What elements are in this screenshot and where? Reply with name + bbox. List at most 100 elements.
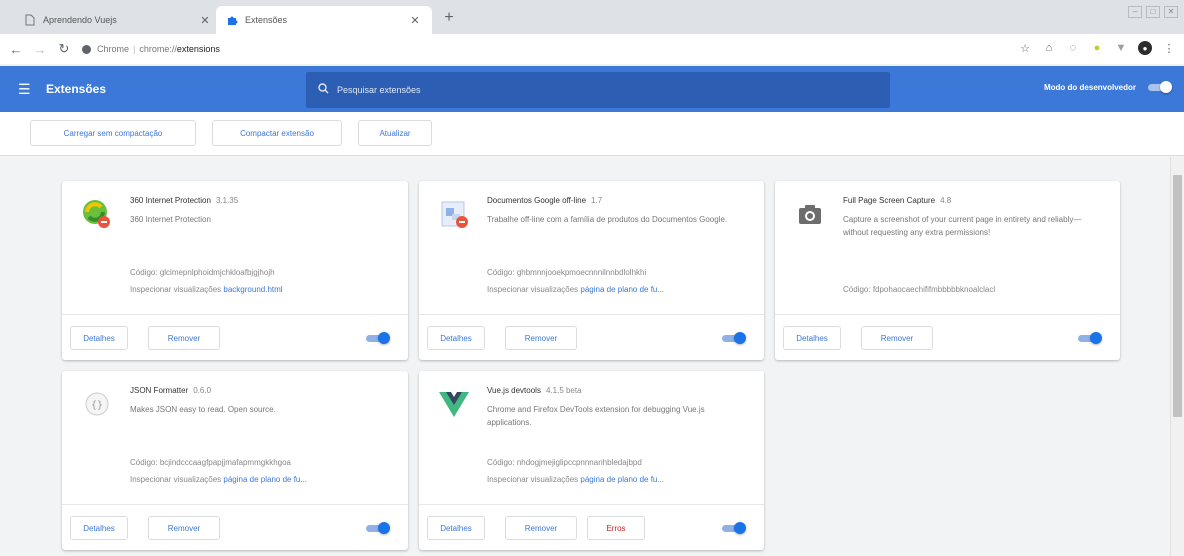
developer-mode: Modo do desenvolvedor xyxy=(1044,81,1172,93)
extension-name-row: Full Page Screen Capture 4.8 xyxy=(843,196,1108,205)
extension-enable-toggle[interactable] xyxy=(720,332,746,344)
site-label: Chrome xyxy=(97,44,130,54)
inspect-views: Inspecionar visualizações background.htm… xyxy=(130,285,396,294)
extension-id: Código: fdpohaocaechififmbbbbbknoalclacl xyxy=(843,285,1108,294)
details-button[interactable]: Detalhes xyxy=(70,326,128,350)
toolbar-actions: ☆ ⌂ ◌ ● ▼ ● ⋮ xyxy=(1018,41,1176,55)
tab-extensoes[interactable]: Extensões ✕ xyxy=(216,6,432,34)
window-close-icon[interactable]: ✕ xyxy=(1164,6,1178,18)
close-icon[interactable]: ✕ xyxy=(198,13,212,27)
extension-version: 4.1.5 beta xyxy=(545,386,582,395)
extension-enable-toggle[interactable] xyxy=(364,522,390,534)
developer-mode-label: Modo do desenvolvedor xyxy=(1043,82,1136,92)
avatar[interactable]: ● xyxy=(1138,41,1152,55)
id-label: Código: xyxy=(843,285,871,294)
details-button[interactable]: Detalhes xyxy=(427,516,485,540)
reload-icon[interactable]: ↻ xyxy=(56,41,72,57)
id-label: Código: xyxy=(130,268,158,277)
inspect-views: Inspecionar visualizações página de plan… xyxy=(487,475,752,484)
load-unpacked-button[interactable]: Carregar sem compactação xyxy=(30,120,196,146)
extension-version: 3.1.35 xyxy=(215,196,239,205)
inspect-view-link[interactable]: background.html xyxy=(223,285,282,294)
remove-button[interactable]: Remover xyxy=(505,326,577,350)
id-value: fdpohaocaechififmbbbbbknoalclacl xyxy=(872,285,996,294)
vue-devtools-icon[interactable]: ▼ xyxy=(1114,41,1128,55)
extension-id: Código: nhdogjmejiglipccpnnnanhbledajbpd xyxy=(487,458,752,467)
extension-enable-toggle[interactable] xyxy=(720,522,746,534)
extension-version: 1.7 xyxy=(591,196,603,205)
hamburger-menu-icon[interactable]: ☰ xyxy=(18,81,36,98)
extension-name-row: JSON Formatter 0.6.0 xyxy=(130,386,396,395)
search-box[interactable] xyxy=(306,72,890,108)
details-button[interactable]: Detalhes xyxy=(70,516,128,540)
tab-aprendendo-vuejs[interactable]: Aprendendo Vuejs ✕ xyxy=(14,6,222,34)
errors-button[interactable]: Erros xyxy=(587,516,645,540)
extension-description: Chrome and Firefox DevTools extension fo… xyxy=(487,405,705,427)
back-arrow-icon[interactable]: ← xyxy=(8,41,24,57)
id-label: Código: xyxy=(487,268,515,277)
inspect-views: Inspecionar visualizações página de plan… xyxy=(130,475,396,484)
extension-id: Código: glcimepnlphoidmjchkloafbjgjhojh xyxy=(130,268,396,277)
pack-extension-button[interactable]: Compactar extensão xyxy=(212,120,342,146)
close-icon[interactable]: ✕ xyxy=(408,13,422,27)
inspect-label: Inspecionar visualizações xyxy=(487,475,579,484)
extension-icon[interactable]: ● xyxy=(1090,41,1104,55)
scrollbar-thumb[interactable] xyxy=(1173,175,1182,417)
developer-mode-toggle[interactable] xyxy=(1146,81,1172,93)
camera-icon xyxy=(793,197,827,231)
details-button[interactable]: Detalhes xyxy=(783,326,841,350)
extension-name: Vue.js devtools xyxy=(487,386,541,395)
remove-button[interactable]: Remover xyxy=(861,326,933,350)
details-button[interactable]: Detalhes xyxy=(427,326,485,350)
extension-description: Makes JSON easy to read. Open source. xyxy=(130,405,276,414)
extension-name: Full Page Screen Capture xyxy=(843,196,936,205)
card-divider xyxy=(62,314,408,315)
menu-kebab-icon[interactable]: ⋮ xyxy=(1162,41,1176,55)
extension-card-vuejs-devtools: Vue.js devtools 4.1.5 beta Chrome and Fir… xyxy=(419,371,764,550)
extension-name: 360 Internet Protection xyxy=(130,196,211,205)
maximize-icon[interactable]: □ xyxy=(1146,6,1160,18)
extension-name: Documentos Google off-line xyxy=(487,196,587,205)
inspect-view-link[interactable]: página de plano de fu... xyxy=(580,285,664,294)
svg-text:{}: {} xyxy=(91,400,103,411)
extension-version: 4.8 xyxy=(940,196,952,205)
forward-arrow-icon[interactable]: → xyxy=(32,41,48,57)
search-input[interactable] xyxy=(337,85,837,95)
remove-button[interactable]: Remover xyxy=(148,326,220,350)
address-bar[interactable]: Chrome | chrome:// extensions xyxy=(82,38,220,60)
extension-version: 0.6.0 xyxy=(193,386,212,395)
toggle-knob xyxy=(378,332,390,344)
remove-button[interactable]: Remover xyxy=(148,516,220,540)
extension-description: 360 Internet Protection xyxy=(130,215,211,224)
page-scrollbar[interactable] xyxy=(1170,157,1184,556)
extension-description: Capture a screenshot of your current pag… xyxy=(843,215,1082,237)
minimize-icon[interactable]: – xyxy=(1128,6,1142,18)
url-path: extensions xyxy=(176,44,220,54)
card-divider xyxy=(775,314,1120,315)
inspect-label: Inspecionar visualizações xyxy=(130,285,222,294)
toggle-knob xyxy=(378,522,390,534)
url-scheme: chrome:// xyxy=(139,44,177,54)
tab-strip: Aprendendo Vuejs ✕ Extensões ✕ + – □ ✕ xyxy=(0,0,1184,34)
google-docs-offline-icon xyxy=(437,197,471,231)
inspect-label: Inspecionar visualizações xyxy=(130,475,222,484)
extension-icon[interactable]: ⌂ xyxy=(1042,41,1056,55)
inspect-view-link[interactable]: página de plano de fu... xyxy=(223,475,307,484)
inspect-view-link[interactable]: página de plano de fu... xyxy=(580,475,664,484)
id-value: glcimepnlphoidmjchkloafbjgjhojh xyxy=(159,268,275,277)
update-button[interactable]: Atualizar xyxy=(358,120,432,146)
remove-button[interactable]: Remover xyxy=(505,516,577,540)
extension-icon[interactable]: ◌ xyxy=(1066,41,1080,55)
page-icon xyxy=(24,14,36,26)
toggle-knob xyxy=(734,332,746,344)
developer-toolbar: Carregar sem compactação Compactar exten… xyxy=(0,112,1184,156)
new-tab-button[interactable]: + xyxy=(441,10,457,26)
extension-name-row: Documentos Google off-line 1.7 xyxy=(487,196,752,205)
extension-id: Código: bcjindcccaagfpapjjmafapmmgkkhgoa xyxy=(130,458,396,467)
json-braces-icon: {} xyxy=(80,387,114,421)
site-info-icon[interactable] xyxy=(82,44,91,54)
extension-enable-toggle[interactable] xyxy=(364,332,390,344)
extension-enable-toggle[interactable] xyxy=(1076,332,1102,344)
bookmark-star-icon[interactable]: ☆ xyxy=(1018,41,1032,55)
inspect-label: Inspecionar visualizações xyxy=(487,285,579,294)
